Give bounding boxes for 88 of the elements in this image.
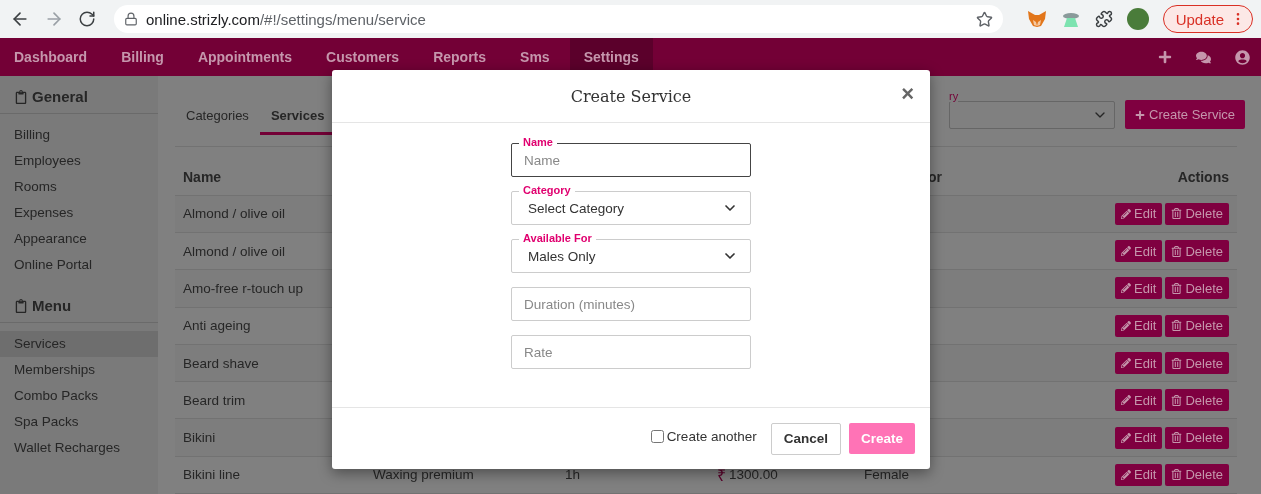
pencil-icon — [1121, 208, 1131, 219]
clipboard-icon — [14, 298, 28, 313]
edit-button[interactable]: Edit — [1115, 240, 1163, 263]
edit-button[interactable]: Edit — [1115, 463, 1163, 486]
update-button[interactable]: Update — [1162, 5, 1253, 33]
star-icon[interactable] — [975, 10, 993, 28]
trash-icon — [1171, 357, 1183, 369]
sidebar-item[interactable]: Wallet Recharges — [0, 435, 158, 461]
sidebar-item[interactable]: Appearance — [0, 226, 158, 252]
clipboard-icon — [14, 89, 28, 104]
sidebar-heading: Menu — [32, 297, 72, 314]
close-button[interactable]: × — [899, 83, 916, 105]
tab[interactable]: Categories — [175, 100, 260, 135]
pencil-icon — [1121, 358, 1131, 368]
trash-icon — [1171, 245, 1183, 257]
cancel-button[interactable]: Cancel — [770, 422, 841, 455]
fox-icon[interactable] — [1026, 10, 1047, 28]
delete-button[interactable]: Delete — [1165, 389, 1229, 412]
user-icon[interactable] — [1235, 49, 1250, 65]
plus-icon[interactable] — [1158, 50, 1172, 64]
edit-button[interactable]: Edit — [1115, 277, 1163, 300]
checkbox-label: Create another — [666, 429, 757, 444]
sidebar-heading: General — [32, 88, 88, 105]
sidebar-item[interactable]: Services — [0, 331, 158, 357]
edit-button[interactable]: Edit — [1115, 389, 1163, 412]
pencil-icon — [1121, 432, 1131, 443]
delete-button[interactable]: Delete — [1165, 202, 1229, 225]
ufo-icon[interactable] — [1060, 10, 1081, 28]
sidebar-item[interactable]: Employees — [0, 148, 158, 174]
table-cell-text: Beard shave — [183, 355, 260, 371]
edit-button[interactable]: Edit — [1115, 352, 1163, 374]
lock-icon — [124, 12, 138, 26]
table-cell-text: Almond / olive oil — [183, 243, 287, 259]
table-cell-text: Female — [864, 467, 910, 483]
field-label: Name — [519, 135, 557, 149]
pencil-icon — [1121, 283, 1131, 294]
sidebar-item[interactable]: Billing — [0, 122, 158, 148]
address-bar[interactable]: online.strizly.com/#!/settings/menu/service — [114, 5, 1003, 33]
edit-button[interactable]: Edit — [1115, 426, 1163, 449]
edit-button[interactable]: Edit — [1115, 202, 1163, 225]
avatar[interactable] — [1126, 8, 1149, 30]
delete-button[interactable]: Delete — [1165, 314, 1229, 337]
table-cell-text: Almond / olive oil — [183, 206, 287, 222]
trash-icon — [1171, 432, 1183, 444]
create-service-button[interactable]: Create Service — [1125, 100, 1245, 129]
nav-item[interactable]: Billing — [107, 38, 178, 76]
sidebar-item[interactable]: Memberships — [0, 357, 158, 383]
trash-icon — [1171, 469, 1183, 481]
table-cell-text: ₹ 1300.00 — [717, 465, 779, 486]
table-cell-text: Bikini line — [183, 467, 242, 483]
trash-icon — [1171, 208, 1183, 220]
pencil-icon — [1121, 395, 1131, 406]
sidebar-item[interactable]: Expenses — [0, 200, 158, 226]
plus-icon — [1135, 109, 1145, 120]
trash-icon — [1171, 394, 1183, 406]
field-label: Available For — [519, 231, 596, 245]
trash-icon — [1171, 320, 1183, 332]
field-label: Category — [519, 183, 575, 197]
delete-button[interactable]: Delete — [1165, 277, 1229, 300]
edit-button[interactable]: Edit — [1115, 314, 1163, 337]
trash-icon — [1171, 282, 1183, 294]
delete-button[interactable]: Delete — [1165, 240, 1229, 263]
chat-icon[interactable] — [1196, 49, 1211, 65]
table-cell-text: 1h — [565, 467, 582, 483]
table-cell-text: Amo-free r-touch up — [183, 280, 305, 296]
pencil-icon — [1121, 246, 1131, 257]
dialog-title: Create Service — [570, 86, 692, 106]
table-cell-text: Beard trim — [183, 392, 247, 408]
table-cell-text: Bikini — [183, 430, 217, 446]
sidebar-item[interactable]: Combo Packs — [0, 383, 158, 409]
delete-button[interactable]: Delete — [1165, 426, 1229, 449]
sidebar-item[interactable]: Spa Packs — [0, 409, 158, 435]
puzzle-icon[interactable] — [1094, 10, 1113, 28]
sidebar-item[interactable]: Rooms — [0, 174, 158, 200]
table-cell-text: Waxing premium — [373, 467, 475, 483]
delete-button[interactable]: Delete — [1165, 352, 1229, 374]
nav-item[interactable]: Dashboard — [0, 38, 102, 76]
url-text: online.strizly.com/#!/settings/menu/service — [146, 10, 427, 28]
sidebar-item[interactable]: Online Portal — [0, 252, 158, 278]
delete-button[interactable]: Delete — [1165, 463, 1229, 486]
nav-item[interactable]: Appointments — [183, 38, 306, 76]
column-header: Actions — [1177, 169, 1229, 186]
checkbox[interactable] — [650, 430, 664, 443]
pencil-icon — [1121, 469, 1131, 480]
pencil-icon — [1121, 320, 1131, 331]
column-header: Name — [183, 169, 223, 186]
table-cell-text: Anti ageing — [183, 318, 252, 334]
reload-icon[interactable] — [78, 10, 96, 28]
